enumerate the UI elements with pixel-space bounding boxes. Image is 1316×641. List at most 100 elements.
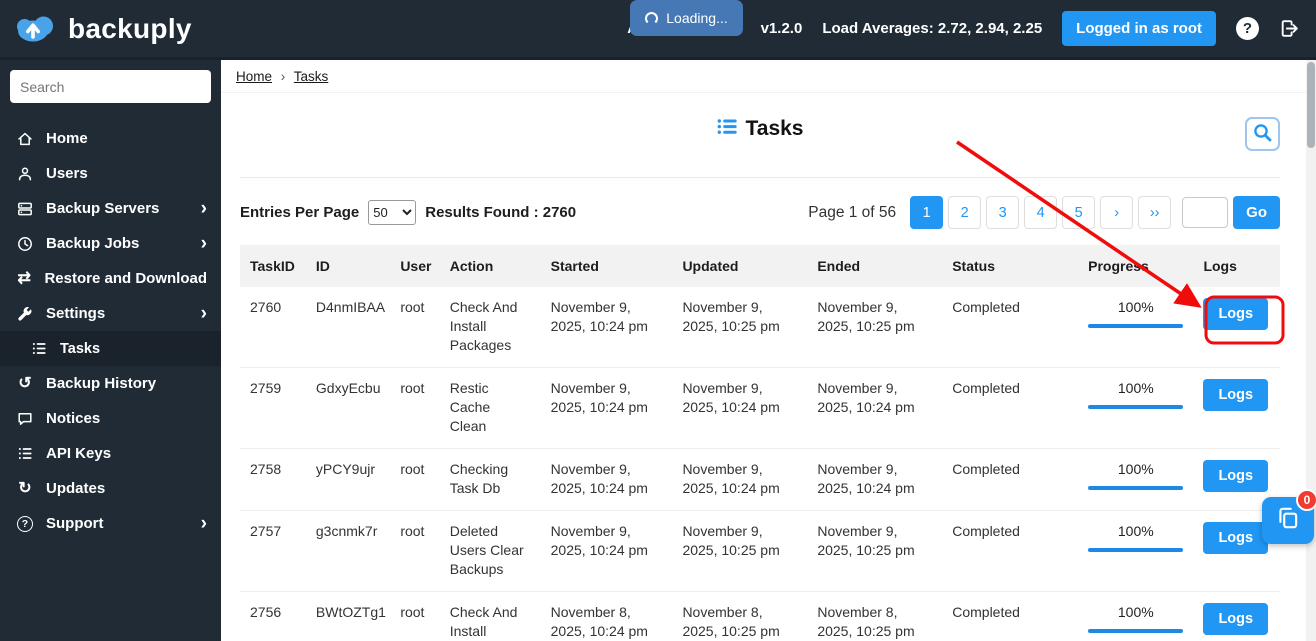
- go-button[interactable]: Go: [1233, 196, 1280, 229]
- clock-icon: [16, 236, 34, 252]
- progress-bar: [1088, 324, 1184, 328]
- logs-button[interactable]: Logs: [1203, 522, 1269, 554]
- help-icon[interactable]: ?: [1236, 17, 1259, 40]
- page-number-input[interactable]: [1182, 197, 1229, 228]
- logout-icon[interactable]: [1279, 18, 1300, 39]
- cell-progress: 100%: [1078, 287, 1194, 368]
- table-row: 2760 D4nmIBAA root Check And Install Pac…: [240, 287, 1280, 368]
- cell-started: November 9, 2025, 10:24 pm: [540, 367, 673, 449]
- page-button-3[interactable]: 3: [986, 196, 1020, 229]
- cell-user: root: [390, 367, 440, 449]
- cell-started: November 9, 2025, 10:24 pm: [540, 287, 673, 368]
- cell-user: root: [390, 448, 440, 511]
- loading-toast: Loading...: [630, 0, 743, 36]
- column-header-updated: Updated: [672, 245, 808, 287]
- brand-logo[interactable]: backuply: [0, 7, 192, 50]
- page-button-4[interactable]: 4: [1024, 196, 1058, 229]
- page-button-1[interactable]: 1: [910, 196, 944, 229]
- sidebar-item-restore-and-download[interactable]: ⇄ Restore and Download: [0, 261, 221, 296]
- cell-status: Completed: [942, 367, 1079, 449]
- sidebar-nav: Home Users Backup Servers › Backup Jobs …: [0, 121, 221, 541]
- notification-badge: 0: [1296, 489, 1316, 511]
- sidebar-item-users[interactable]: Users: [0, 156, 221, 191]
- chevron-right-icon: ›: [200, 233, 207, 254]
- refresh-icon: ↻: [18, 479, 32, 497]
- column-header-user: User: [390, 245, 440, 287]
- cell-progress: 100%: [1078, 591, 1194, 641]
- logs-button[interactable]: Logs: [1203, 460, 1269, 492]
- scrollbar-thumb[interactable]: [1307, 62, 1315, 148]
- progress-bar: [1088, 629, 1184, 633]
- cell-user: root: [390, 591, 440, 641]
- results-found-label: Results Found : 2760: [425, 204, 577, 221]
- sidebar-item-tasks[interactable]: Tasks: [0, 331, 221, 366]
- cell-ended: November 9, 2025, 10:24 pm: [807, 448, 943, 511]
- entries-per-page-select[interactable]: 50: [368, 200, 417, 225]
- logs-button[interactable]: Logs: [1203, 603, 1269, 635]
- sidebar-item-label: Updates: [46, 480, 106, 497]
- table-row: 2756 BWtOZTg1 root Check And Install Pac…: [240, 591, 1280, 641]
- sidebar-item-notices[interactable]: Notices: [0, 401, 221, 436]
- cell-ended: November 9, 2025, 10:24 pm: [807, 367, 943, 449]
- cell-id: GdxyEcbu: [305, 367, 391, 449]
- last-page-button[interactable]: ››: [1138, 196, 1172, 229]
- sidebar-item-backup-history[interactable]: ↺ Backup History: [0, 366, 221, 401]
- sidebar-item-label: Tasks: [60, 340, 101, 357]
- logged-in-as-root-button[interactable]: Logged in as root: [1062, 11, 1216, 46]
- sidebar-item-settings[interactable]: Settings ›: [0, 296, 221, 331]
- sidebar-item-updates[interactable]: ↻ Updates: [0, 471, 221, 506]
- page-title: Tasks: [717, 117, 804, 141]
- server-icon: [16, 201, 34, 217]
- speech-bubble-icon: [16, 411, 34, 427]
- progress-bar: [1088, 405, 1184, 409]
- table-row: 2757 g3cnmk7r root Deleted Users Clear B…: [240, 510, 1280, 592]
- column-header-logs: Logs: [1193, 245, 1280, 287]
- page-button-2[interactable]: 2: [948, 196, 982, 229]
- table-search-button[interactable]: [1245, 117, 1280, 151]
- cell-updated: November 9, 2025, 10:24 pm: [672, 448, 808, 511]
- cell-status: Completed: [942, 287, 1079, 368]
- sidebar-item-label: API Keys: [46, 445, 112, 462]
- sidebar-item-label: Support: [46, 515, 104, 532]
- history-icon: ↺: [18, 374, 32, 392]
- vertical-scrollbar[interactable]: [1306, 60, 1316, 641]
- cell-started: November 9, 2025, 10:24 pm: [540, 510, 673, 592]
- sidebar-item-home[interactable]: Home: [0, 121, 221, 156]
- tasks-panel: Tasks Entries Per Page 50 Results Found …: [240, 117, 1280, 641]
- sidebar-item-backup-servers[interactable]: Backup Servers ›: [0, 191, 221, 226]
- sidebar-item-backup-jobs[interactable]: Backup Jobs ›: [0, 226, 221, 261]
- table-row: 2758 yPCY9ujr root Checking Task Db Nove…: [240, 448, 1280, 511]
- sidebar-item-label: Backup Servers: [46, 200, 160, 217]
- page-button-5[interactable]: 5: [1062, 196, 1096, 229]
- tasks-table: TaskID ID User Action Started Updated En…: [240, 245, 1280, 641]
- sidebar-item-support[interactable]: ? Support ›: [0, 506, 221, 541]
- restore-arrows-icon: ⇄: [17, 269, 31, 287]
- cell-user: root: [390, 510, 440, 592]
- cell-started: November 9, 2025, 10:24 pm: [540, 448, 673, 511]
- column-header-ended: Ended: [807, 245, 943, 287]
- logs-button[interactable]: Logs: [1203, 298, 1269, 330]
- next-page-button[interactable]: ›: [1100, 196, 1134, 229]
- breadcrumb-tasks-link[interactable]: Tasks: [294, 69, 329, 84]
- app-version-label: v1.2.0: [760, 20, 803, 37]
- column-header-taskid: TaskID: [240, 245, 306, 287]
- cell-logs: Logs: [1193, 367, 1280, 449]
- cell-progress: 100%: [1078, 448, 1194, 511]
- sidebar-search-input[interactable]: [10, 70, 211, 103]
- cell-action: Check And Install Packages: [439, 287, 541, 368]
- cell-started: November 8, 2025, 10:24 pm: [540, 591, 673, 641]
- breadcrumb-home-link[interactable]: Home: [236, 69, 272, 84]
- notifications-widget[interactable]: 0: [1262, 489, 1316, 544]
- logs-button[interactable]: Logs: [1203, 379, 1269, 411]
- cell-progress: 100%: [1078, 510, 1194, 592]
- sidebar-item-label: Backup Jobs: [46, 235, 140, 252]
- main-content: Home › Tasks Tasks Entries Per Page 50 R…: [221, 60, 1316, 641]
- cell-status: Completed: [942, 448, 1079, 511]
- cell-id: g3cnmk7r: [305, 510, 391, 592]
- page-title-text: Tasks: [745, 117, 804, 140]
- cell-taskid: 2759: [240, 367, 306, 449]
- entries-per-page-label: Entries Per Page: [240, 204, 360, 221]
- breadcrumb: Home › Tasks: [221, 60, 1316, 93]
- sidebar-item-api-keys[interactable]: API Keys: [0, 436, 221, 471]
- column-header-status: Status: [942, 245, 1079, 287]
